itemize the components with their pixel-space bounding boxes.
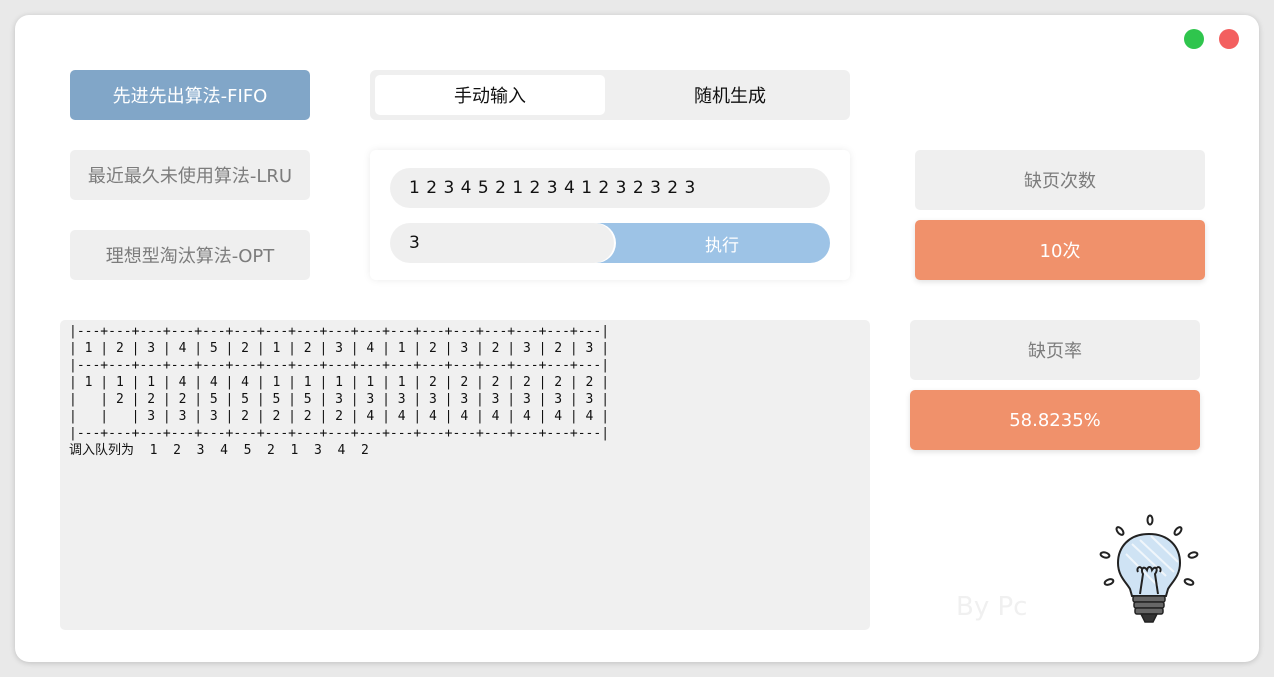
fifo-algorithm-button[interactable]: 先进先出算法-FIFO [70, 70, 310, 120]
result-table-text: |---+---+---+---+---+---+---+---+---+---… [69, 324, 610, 458]
fault-count-value: 10次 [915, 220, 1205, 280]
execute-label: 执行 [705, 235, 739, 256]
execute-button[interactable]: 执行 [590, 223, 830, 263]
lru-algorithm-button[interactable]: 最近最久未使用算法-LRU [70, 150, 310, 200]
fault-rate-value: 58.8235% [910, 390, 1200, 450]
tab-manual-input[interactable]: 手动输入 [375, 75, 605, 115]
input-mode-switch: 手动输入 随机生成 [370, 70, 850, 120]
reference-sequence-input[interactable]: 1 2 3 4 5 2 1 2 3 4 1 2 3 2 3 2 3 [390, 168, 830, 208]
result-output-panel[interactable]: |---+---+---+---+---+---+---+---+---+---… [60, 320, 870, 630]
frame-row: 执行 3 [390, 223, 830, 263]
watermark: By Pc [956, 592, 1028, 622]
lightbulb-icon [1099, 514, 1199, 623]
close-button[interactable] [1219, 29, 1239, 49]
maximize-button[interactable] [1184, 29, 1204, 49]
opt-algorithm-button[interactable]: 理想型淘汰算法-OPT [70, 230, 310, 280]
frame-count-input[interactable]: 3 [390, 223, 614, 263]
tab-random-generate[interactable]: 随机生成 [615, 75, 845, 115]
fault-count-label: 缺页次数 [915, 150, 1205, 210]
fault-rate-label: 缺页率 [910, 320, 1200, 380]
input-card: 1 2 3 4 5 2 1 2 3 4 1 2 3 2 3 2 3 执行 3 [370, 150, 850, 280]
